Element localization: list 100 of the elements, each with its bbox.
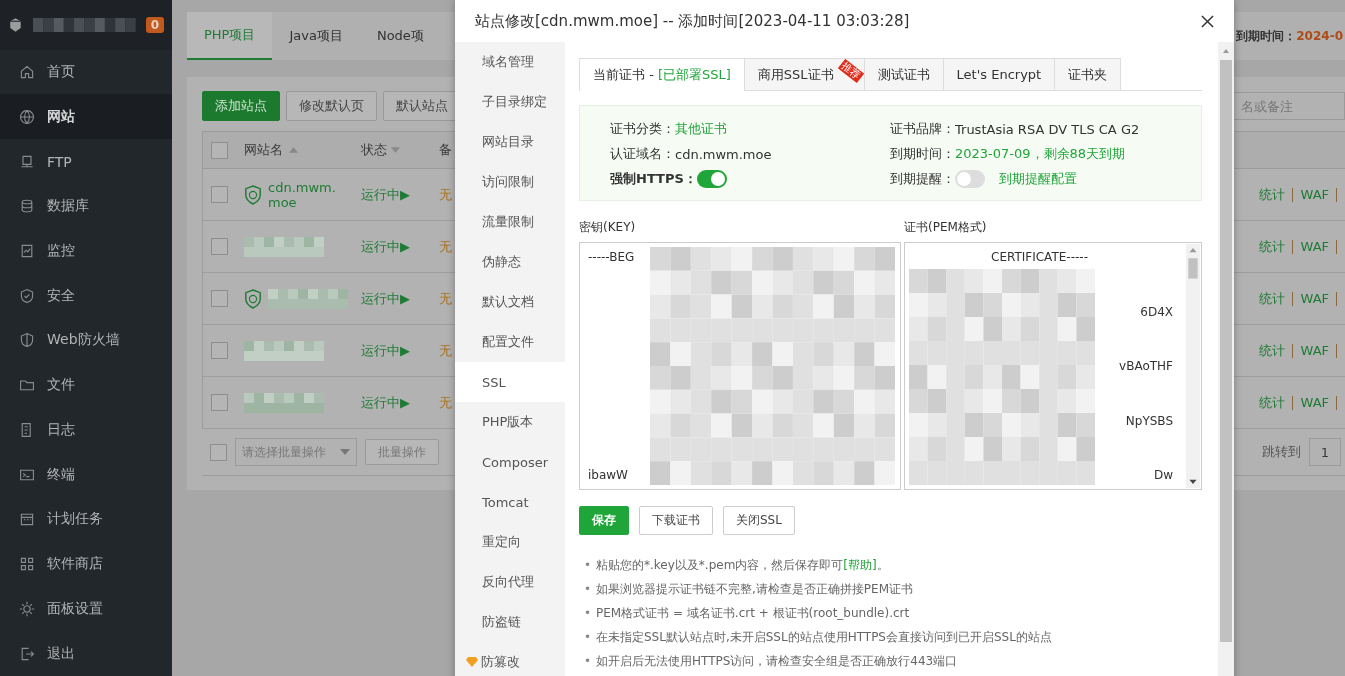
expiry-label: 到期时间： [1236,27,1297,45]
project-tab[interactable]: Java项目 [272,12,360,60]
menu-item[interactable]: 流量限制 [455,202,565,242]
close-icon[interactable] [1201,14,1214,28]
certificate-text: vBAoTHF [1119,358,1173,374]
project-tab[interactable]: Node项 [359,12,441,60]
menu-item[interactable]: 网站目录 [455,122,565,162]
info-label: 认证域名： [610,145,675,163]
note-text: 在未指定SSL默认站点时,未开启SSL的站点使用HTTPS会直接访问到已开启SSL的站点 [596,630,1052,644]
certificate-tab[interactable]: 当前证书 - [已部署SSL] [579,58,745,91]
shield-icon [244,184,262,205]
sidebar-item[interactable]: 文件 [0,362,172,408]
field-label: 证书(PEM格式) [904,219,988,236]
menu-icon [19,287,35,304]
sidebar-item[interactable]: 退出 [0,631,172,676]
certificate-text: NpYSBS [1125,412,1173,429]
menu-icon [19,645,35,662]
sidebar-item[interactable]: 计划任务 [0,497,172,542]
menu-item[interactable]: Tomcat [455,482,565,522]
menu-item[interactable]: 伪静态 [455,242,565,282]
certificate-tab[interactable]: 商用SSL证书 推荐 [743,58,865,90]
certificate-tab[interactable]: 证书夹 [1054,58,1122,90]
action-button[interactable]: 关闭SSL [723,506,795,535]
info-value: 其他证书 [675,120,727,138]
menu-icon [19,243,35,259]
info-label: 强制HTTPS： [610,170,697,188]
checkbox[interactable] [211,238,228,255]
dialog-title: 站点修改[cdn.mwm.moe] -- 添加时间[2023-04-11 03:03:28] [475,11,910,31]
checkbox[interactable] [211,141,228,159]
expiry-date: 2024-0 [1296,29,1343,43]
toolbar-button[interactable]: 添加站点 [202,91,280,121]
page-field[interactable]: 1 [1309,438,1341,466]
sidebar-item[interactable]: 软件商店 [0,541,172,587]
sidebar-item[interactable]: Web防火墙 [0,318,172,363]
checkbox[interactable] [211,394,228,411]
info-label: 到期时间： [890,145,955,163]
toolbar-button[interactable]: 修改默认页 [286,91,377,121]
sidebar-item[interactable]: 安全 [0,273,172,319]
menu-icon [19,153,35,170]
note-text: 粘贴您的*.key以及*.pem内容，然后保存即可 [596,558,844,572]
diamond-icon [466,657,478,667]
key-text: ibawW [588,467,628,483]
menu-item[interactable]: 重定向 [455,522,565,562]
certificate-tab[interactable]: Let's Encrypt [942,58,1056,90]
menu-item[interactable]: 反向代理 [455,562,565,602]
menu-icon [19,600,35,617]
scrollbar[interactable] [1218,42,1234,676]
menu-item[interactable]: 默认文档 [455,282,565,322]
certificate-text: CERTIFICATE----- [991,249,1088,265]
menu-item[interactable]: SSL [455,362,565,402]
info-value: 2023-07-09，剩余88天到期 [955,145,1126,163]
checkbox[interactable] [210,443,227,461]
menu-item[interactable]: PHP版本 [455,402,565,442]
field-label: 密钥(KEY) [579,219,637,236]
scrollbar[interactable] [1186,244,1200,488]
column-header[interactable]: 网站名 [244,141,283,159]
menu-item[interactable]: 域名管理 [455,42,565,82]
menu-item[interactable]: Composer [455,442,565,482]
menu-item[interactable]: 防盗链 [455,602,565,642]
checkbox[interactable] [211,342,228,359]
info-value: cdn.mwm.moe [675,146,772,162]
sidebar-item[interactable]: 日志 [0,407,172,453]
certificate-tab[interactable]: 测试证书 [863,58,944,90]
menu-icon [19,511,35,528]
bullet: • [582,581,593,598]
info-label: 证书品牌： [890,120,955,138]
backup-text: 无 [439,289,453,308]
note-text: 。 [876,558,889,572]
sidebar-item[interactable]: 面板设置 [0,586,172,632]
sort-down-icon [391,147,400,153]
sidebar-item[interactable]: 数据库 [0,183,172,229]
certificate-text: Dw [1153,467,1173,483]
caret-icon [340,449,350,455]
key-field[interactable]: -----BEG ibawW [579,242,901,490]
menu-icon [19,198,35,215]
sidebar-item[interactable]: 终端 [0,452,172,498]
certificate-text: 6D4X [1140,303,1173,320]
checkbox[interactable] [211,186,228,203]
sort-up-icon [289,147,298,153]
bullet: • [582,557,593,574]
menu-icon [19,332,35,349]
column-header[interactable]: 状态 [361,141,387,159]
sidebar-item[interactable]: 首页 [0,49,172,95]
sidebar-item[interactable]: 监控 [0,228,172,274]
logo-icon [8,15,23,34]
toggle-switch[interactable] [955,170,985,188]
sidebar-item[interactable]: 网站 [0,94,172,140]
notification-badge: 0 [145,16,164,33]
certificate-field[interactable]: CERTIFICATE----- 6D4X vBAoTHF NpYSBS Dw [904,242,1202,490]
toggle-switch[interactable] [696,170,727,188]
info-value: TrustAsia RSA DV TLS CA G2 [955,121,1140,137]
checkbox[interactable] [211,290,228,307]
action-button[interactable]: 下载证书 [639,506,713,535]
menu-item[interactable]: 配置文件 [455,322,565,362]
menu-icon [19,64,35,81]
sidebar-item[interactable]: FTP [0,139,172,184]
menu-icon [19,556,35,573]
menu-item[interactable]: 访问限制 [455,162,565,202]
bullet: • [582,629,593,646]
menu-item[interactable]: 防篡改 [455,642,565,676]
